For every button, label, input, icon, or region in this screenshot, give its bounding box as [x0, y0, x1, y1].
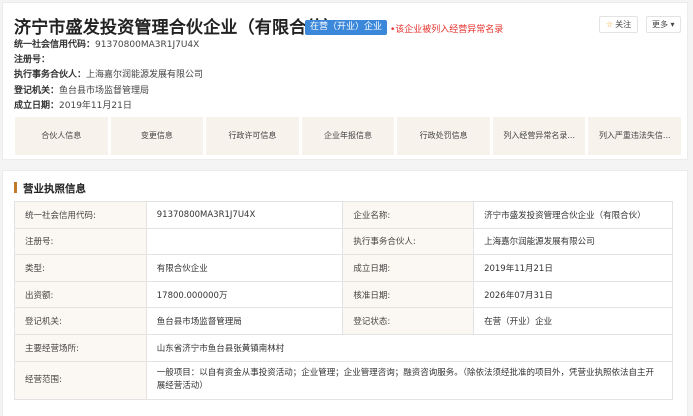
status-badge: 在营（开业）企业: [305, 20, 388, 35]
table-label: 统一社会信用代码:: [14, 201, 147, 229]
partner-line: 执行事务合伙人：上海嘉尔润能源发展有限公司: [14, 67, 203, 80]
founded-line: 成立日期：2019年11月21日: [14, 98, 132, 111]
company-header-card: 济宁市盛发投资管理合伙企业（有限合伙） 在营（开业）企业 •该企业被列入经营异常…: [2, 2, 688, 160]
table-label: 注册号:: [14, 227, 147, 256]
table-label: 企业名称:: [342, 201, 475, 229]
authority-line: 登记机关：鱼台县市场监督管理局: [14, 83, 149, 96]
table-value: 有限合伙企业: [145, 254, 344, 282]
more-button[interactable]: 更多 ▾: [646, 16, 681, 33]
table-row: 登记机关: 鱼台县市场监督管理局 登记状态: 在营（开业）企业: [14, 307, 673, 335]
table-label: 登记机关:: [14, 307, 147, 335]
table-value: 山东省济宁市鱼台县张黄镇南林村: [145, 333, 674, 362]
table-value: 鱼台县市场监督管理局: [145, 307, 344, 335]
info-value: 91370800MA3R1J7U4X: [95, 40, 200, 50]
tab-permits[interactable]: 行政许可信息: [206, 117, 299, 155]
table-label: 类型:: [14, 254, 147, 282]
tab-annual-reports[interactable]: 企业年报信息: [301, 117, 395, 155]
table-value: 2019年11月21日: [473, 254, 673, 282]
info-key: 执行事务合伙人：: [14, 70, 87, 80]
table-row: 类型: 有限合伙企业 成立日期: 2019年11月21日: [14, 254, 673, 282]
info-value: 上海嘉尔润能源发展有限公司: [86, 70, 204, 80]
info-tabs: 合伙人信息 变更信息 行政许可信息 企业年报信息 行政处罚信息 列入经营异常名录…: [15, 117, 682, 155]
info-key: 登记机关：: [14, 86, 60, 96]
section-title: 营业执照信息: [14, 181, 86, 196]
table-value: [145, 227, 344, 256]
tab-changes[interactable]: 变更信息: [110, 117, 204, 155]
abnormal-notice[interactable]: •该企业被列入经营异常名录: [390, 22, 503, 35]
table-row: 统一社会信用代码: 91370800MA3R1J7U4X 企业名称: 济宁市盛发…: [14, 201, 673, 229]
table-label: 成立日期:: [342, 254, 475, 282]
tab-abnormal-list[interactable]: 列入经营异常名录...: [492, 117, 586, 155]
table-value: 91370800MA3R1J7U4X: [145, 201, 344, 229]
reg-no-line: 注册号：: [14, 52, 50, 65]
table-value: 17800.000000万: [145, 280, 344, 309]
table-row: 出资额: 17800.000000万 核准日期: 2026年07月31日: [14, 280, 673, 309]
table-row: 经营范围: 一般项目：以自有资金从事投资活动；企业管理；企业管理咨询；融资咨询服…: [14, 360, 674, 400]
table-row: 注册号: 执行事务合伙人: 上海嘉尔润能源发展有限公司: [14, 227, 673, 256]
table-label: 执行事务合伙人:: [342, 227, 475, 256]
table-value: 济宁市盛发投资管理合伙企业（有限合伙）: [473, 201, 673, 229]
table-value: 上海嘉尔润能源发展有限公司: [473, 227, 673, 256]
table-value: 2026年07月31日: [473, 280, 673, 309]
follow-button[interactable]: ☆ 关注: [599, 16, 639, 33]
table-label: 经营范围:: [14, 360, 147, 400]
company-name: 济宁市盛发投资管理合伙企业（有限合伙）: [14, 18, 341, 38]
credit-code-line: 统一社会信用代码：91370800MA3R1J7U4X: [14, 37, 199, 50]
tab-penalties[interactable]: 行政处罚信息: [397, 117, 490, 155]
tab-serious-violations[interactable]: 列入严重违法失信...: [588, 117, 682, 155]
info-value: 鱼台县市场监督管理局: [59, 86, 150, 96]
info-value: 2019年11月21日: [59, 101, 132, 111]
follow-label: 关注: [615, 20, 632, 29]
license-table: 统一社会信用代码: 91370800MA3R1J7U4X 企业名称: 济宁市盛发…: [14, 201, 674, 400]
table-value: 一般项目：以自有资金从事投资活动；企业管理；企业管理咨询；融资咨询服务。（除依法…: [145, 360, 674, 400]
info-key: 注册号：: [14, 55, 51, 65]
tab-partners[interactable]: 合伙人信息: [15, 117, 108, 155]
table-row: 主要经营场所: 山东省济宁市鱼台县张黄镇南林村: [14, 333, 674, 362]
star-icon: ☆: [606, 20, 614, 29]
table-label: 出资额:: [14, 280, 147, 309]
info-key: 成立日期：: [14, 101, 60, 111]
info-key: 统一社会信用代码：: [14, 40, 96, 50]
table-label: 核准日期:: [342, 280, 475, 309]
table-label: 主要经营场所:: [14, 333, 147, 362]
table-label: 登记状态:: [342, 307, 475, 335]
table-value: 在营（开业）企业: [473, 307, 673, 335]
